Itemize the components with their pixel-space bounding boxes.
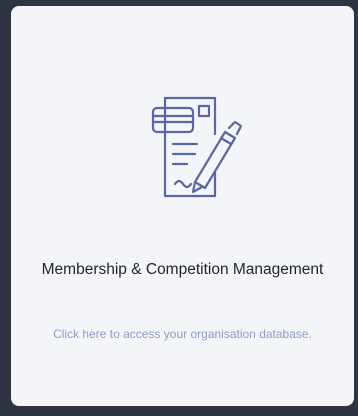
membership-competition-card[interactable]: Membership & Competition Management Clic… — [11, 6, 354, 406]
document-signature-icon — [145, 88, 243, 202]
card-description: Click here to access your organisation d… — [53, 327, 312, 341]
card-title: Membership & Competition Management — [41, 261, 324, 278]
